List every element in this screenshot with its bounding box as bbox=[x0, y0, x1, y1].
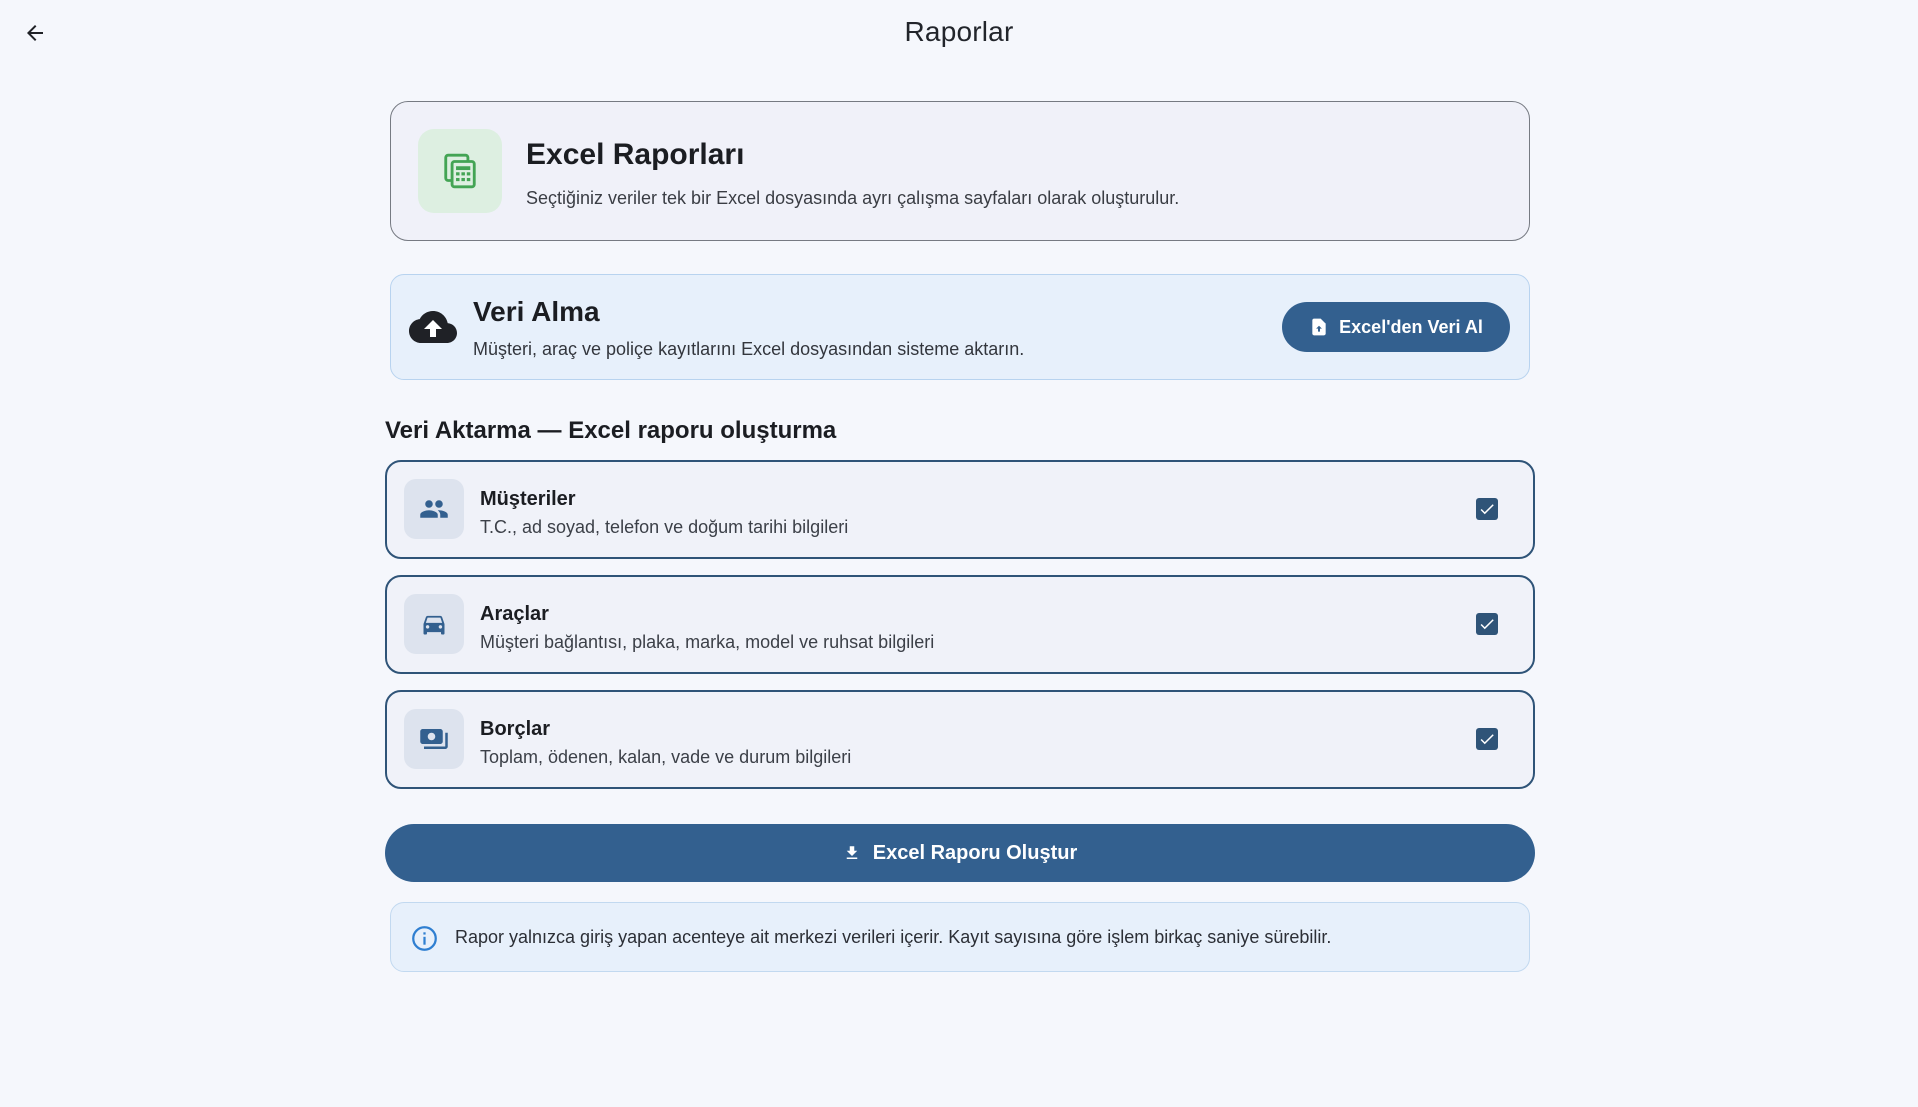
customers-icon-container bbox=[404, 479, 464, 539]
import-from-excel-button[interactable]: Excel'den Veri Al bbox=[1282, 302, 1510, 352]
payments-icon bbox=[420, 729, 448, 749]
info-notice: Rapor yalnızca giriş yapan acenteye ait … bbox=[390, 902, 1530, 972]
excel-reports-card: Excel Raporları Seçtiğiniz veriler tek b… bbox=[390, 101, 1530, 241]
export-option-debts[interactable]: Borçlar Toplam, ödenen, kalan, vade ve d… bbox=[385, 690, 1535, 789]
data-import-card: Veri Alma Müşteri, araç ve poliçe kayıtl… bbox=[390, 274, 1530, 380]
check-icon bbox=[1480, 734, 1494, 745]
customers-option-description: T.C., ad soyad, telefon ve doğum tarihi … bbox=[480, 517, 849, 537]
check-icon bbox=[1480, 619, 1494, 630]
debts-icon-container bbox=[404, 709, 464, 769]
generate-excel-report-label: Excel Raporu Oluştur bbox=[872, 841, 1078, 864]
export-option-vehicles[interactable]: Araçlar Müşteri bağlantısı, plaka, marka… bbox=[385, 575, 1535, 674]
export-section-title: Veri Aktarma — Excel raporu oluşturma bbox=[385, 417, 837, 444]
excel-reports-title: Excel Raporları bbox=[526, 138, 745, 171]
generate-excel-report-button[interactable]: Excel Raporu Oluştur bbox=[385, 824, 1535, 882]
app-bar: Raporlar bbox=[0, 0, 1918, 70]
file-upload-icon bbox=[1312, 318, 1326, 336]
debts-option-description: Toplam, ödenen, kalan, vade ve durum bil… bbox=[480, 747, 852, 767]
customers-checkbox[interactable] bbox=[1476, 498, 1498, 520]
vehicles-icon-container bbox=[404, 594, 464, 654]
cloud-upload-icon bbox=[409, 311, 457, 343]
info-text: Rapor yalnızca giriş yapan acenteye ait … bbox=[455, 927, 1332, 947]
excel-icon-container bbox=[418, 129, 502, 213]
vehicles-option-description: Müşteri bağlantısı, plaka, marka, model … bbox=[480, 632, 935, 652]
download-icon bbox=[846, 846, 857, 859]
export-option-customers[interactable]: Müşteriler T.C., ad soyad, telefon ve do… bbox=[385, 460, 1535, 559]
car-icon bbox=[423, 615, 445, 635]
data-import-title: Veri Alma bbox=[473, 296, 600, 327]
spreadsheet-icon bbox=[444, 153, 476, 189]
people-icon bbox=[420, 500, 448, 518]
debts-checkbox[interactable] bbox=[1476, 728, 1498, 750]
info-icon bbox=[412, 926, 437, 951]
vehicles-checkbox[interactable] bbox=[1476, 613, 1498, 635]
check-icon bbox=[1480, 504, 1494, 515]
page-title: Raporlar bbox=[904, 16, 1014, 47]
debts-option-title: Borçlar bbox=[480, 718, 551, 740]
customers-option-title: Müşteriler bbox=[480, 488, 576, 510]
vehicles-option-title: Araçlar bbox=[480, 603, 549, 625]
excel-reports-description: Seçtiğiniz veriler tek bir Excel dosyası… bbox=[526, 188, 1180, 208]
data-import-description: Müşteri, araç ve poliçe kayıtlarını Exce… bbox=[473, 339, 1025, 359]
import-from-excel-label: Excel'den Veri Al bbox=[1339, 316, 1483, 337]
